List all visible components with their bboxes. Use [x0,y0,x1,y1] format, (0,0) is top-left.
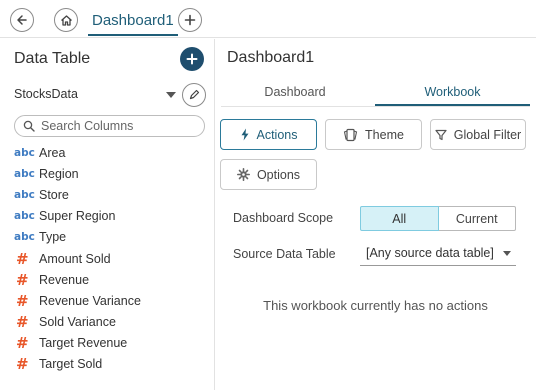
gear-icon [236,168,250,181]
scope-current-button[interactable]: Current [438,206,516,231]
list-item[interactable]: abc Store [14,184,209,205]
chevron-down-icon [503,251,511,256]
add-data-table-button[interactable] [180,47,204,71]
column-name: Amount Sold [39,251,111,266]
plus-circle-icon [186,53,198,65]
search-icon [23,120,35,132]
list-item[interactable]: # Revenue Variance [14,290,209,311]
search-columns-field[interactable] [14,115,205,137]
pencil-icon [189,89,200,100]
edit-source-button[interactable] [182,83,206,107]
column-name: Super Region [39,209,116,224]
text-type-icon: abc [14,210,35,223]
text-type-icon: abc [14,167,35,180]
empty-state-message: This workbook currently has no actions [263,298,488,313]
column-name: Store [39,187,69,202]
chevron-down-icon[interactable] [166,92,176,98]
search-input[interactable] [41,118,196,134]
column-list: abc Area abc Region abc Store abc Super Regi… [14,142,209,375]
list-item[interactable]: abc Region [14,163,209,184]
tab-dashboard1[interactable]: Dashboard1 [88,8,178,36]
column-name: Target Sold [39,357,103,372]
text-type-icon: abc [14,188,35,201]
home-icon [60,14,72,26]
column-name: Revenue [39,272,90,287]
numeric-type-icon: # [16,355,29,374]
theme-label: Theme [365,127,404,142]
list-item[interactable]: # Target Revenue [14,333,209,354]
list-item[interactable]: abc Super Region [14,206,209,227]
tab-dashboard[interactable]: Dashboard [221,79,369,106]
numeric-type-icon: # [16,291,29,310]
panel-title: Data Table [14,50,91,67]
numeric-type-icon: # [16,313,29,332]
tab-workbook[interactable]: Workbook [375,79,530,106]
dashboard-scope-toggle: All Current [360,206,516,231]
actions-label: Actions [256,127,298,142]
dashboard-scope-label: Dashboard Scope [233,211,334,225]
home-button[interactable] [54,8,78,32]
theme-icon [343,128,358,141]
numeric-type-icon: # [16,270,29,289]
global-filter-label: Global Filter [453,127,522,142]
text-type-icon: abc [14,231,35,244]
list-item[interactable]: # Target Sold [14,354,209,375]
top-bar: Dashboard1 [0,0,536,38]
source-selector[interactable]: StocksData [14,83,209,107]
column-name: Area [39,145,66,160]
list-item[interactable]: abc Type [14,227,209,248]
column-name: Sold Variance [39,315,116,330]
lightning-icon [241,128,248,141]
plus-icon [184,14,196,26]
column-name: Region [39,166,79,181]
list-item[interactable]: # Revenue [14,269,209,290]
options-button[interactable]: Options [220,159,317,190]
add-dashboard-button[interactable] [178,8,202,32]
global-filter-button[interactable]: Global Filter [430,119,526,150]
numeric-type-icon: # [16,334,29,353]
source-data-table-label: Source Data Table [233,247,336,261]
list-item[interactable]: abc Area [14,142,209,163]
list-item[interactable]: # Amount Sold [14,248,209,269]
column-name: Type [39,230,67,245]
arrow-left-icon [17,15,27,25]
data-table-panel: Data Table StocksData abc Area abc Region … [0,39,215,390]
actions-button[interactable]: Actions [220,119,317,150]
source-data-table-dropdown[interactable]: [Any source data table] [360,242,516,266]
back-button[interactable] [10,8,34,32]
column-name: Target Revenue [39,336,128,351]
column-name: Revenue Variance [39,293,141,308]
options-label: Options [256,167,301,182]
scope-all-button[interactable]: All [360,206,439,231]
filter-icon [435,129,447,140]
text-type-icon: abc [14,146,35,159]
list-item[interactable]: # Sold Variance [14,312,209,333]
numeric-type-icon: # [16,249,29,268]
source-name: StocksData [14,87,78,101]
dropdown-value: [Any source data table] [366,246,494,260]
page-title: Dashboard1 [227,49,315,66]
theme-button[interactable]: Theme [325,119,422,150]
tab-divider [221,106,530,107]
